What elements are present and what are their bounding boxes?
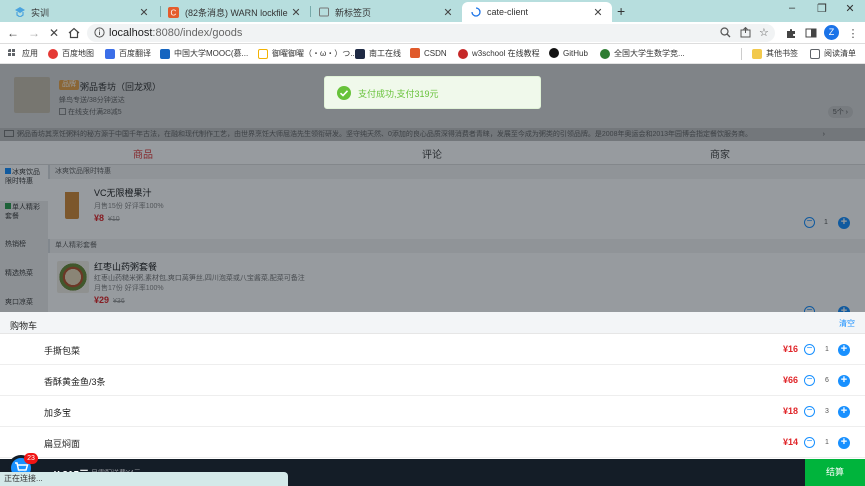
tab-close-icon[interactable]: ✕: [138, 6, 150, 19]
bilibili-icon: [258, 48, 268, 59]
close-window-button[interactable]: ✕: [840, 2, 860, 15]
cart-item-count: 6: [825, 377, 829, 384]
folder-icon: [752, 48, 762, 59]
cart-panel: 购物车 清空 手撕包菜 ¥16 − 1 + 香酥黄金鱼/3条 ¥66 − 6 +…: [0, 312, 865, 459]
baidu-translate-icon: [105, 48, 115, 59]
bookmark-item[interactable]: w3school 在线教程: [458, 48, 540, 59]
svg-text:C: C: [171, 8, 177, 17]
tab-title: 实训: [31, 7, 50, 18]
tab-close-icon[interactable]: ✕: [290, 6, 302, 19]
browser-toolbar: ← → ✕ localhost:8080/index/goods ☆ Z ⋮: [0, 22, 865, 44]
url-text: localhost:8080/index/goods: [109, 27, 243, 39]
browser-tab-strip: 实训 ✕ C (82条消息) WARN lockfile npm... ✕ 新标…: [0, 0, 865, 22]
forward-icon[interactable]: →: [27, 26, 41, 40]
bookmark-item[interactable]: 中国大学MOOC(慕...: [160, 48, 248, 59]
mooc-icon: [160, 48, 170, 59]
maximize-button[interactable]: ❐: [812, 2, 832, 15]
tab-favicon-icon: C: [168, 6, 179, 18]
browser-tab-active[interactable]: cate-client ✕: [462, 2, 612, 22]
bookmark-folder-other[interactable]: 其他书签: [752, 48, 798, 59]
bookmark-item[interactable]: 南工在线: [355, 48, 401, 59]
tab-title: (82条消息) WARN lockfile npm...: [185, 7, 290, 18]
browser-tab[interactable]: 新标签页 ✕: [310, 2, 462, 22]
clear-cart-button[interactable]: 清空: [839, 318, 855, 329]
cart-item-count: 3: [825, 408, 829, 415]
bookmark-item[interactable]: 御曜御曜（・ω・）つ...: [258, 48, 357, 59]
cart-item: 手撕包菜 ¥16 − 1 +: [0, 334, 865, 365]
wechat-icon: [600, 48, 610, 59]
minimize-button[interactable]: –: [782, 2, 802, 14]
cart-item-price: ¥14: [782, 437, 798, 447]
check-circle-icon: [337, 86, 351, 100]
tab-favicon-icon: [318, 7, 329, 18]
extensions-icon[interactable]: [784, 26, 798, 40]
search-icon[interactable]: [720, 27, 731, 38]
back-icon[interactable]: ←: [6, 26, 20, 40]
bookmark-apps[interactable]: 应用: [8, 48, 38, 59]
profile-avatar[interactable]: Z: [824, 25, 839, 40]
cart-item-name: 加多宝: [44, 408, 72, 418]
stop-loading-icon[interactable]: ✕: [47, 26, 61, 40]
bookmark-reading-list[interactable]: 阅读清单: [810, 48, 856, 59]
home-icon[interactable]: [67, 26, 81, 40]
tab-favicon-icon: [14, 7, 25, 18]
bookmark-item[interactable]: 百度地图: [48, 48, 94, 59]
baidu-map-icon: [48, 48, 58, 59]
address-bar[interactable]: localhost:8080/index/goods ☆: [87, 24, 775, 42]
success-toast: 支付成功,支付319元: [324, 76, 541, 109]
browser-status-bar: 正在连接...: [0, 472, 288, 486]
reading-list-icon[interactable]: [804, 26, 818, 40]
site-info-icon[interactable]: [94, 27, 105, 38]
w3school-icon: [458, 48, 468, 59]
decrease-button[interactable]: −: [804, 344, 815, 355]
more-menu-icon[interactable]: ⋮: [846, 26, 860, 40]
checkout-button[interactable]: 结算: [805, 459, 865, 486]
bookmark-star-icon[interactable]: ☆: [759, 26, 769, 39]
cart-item-name: 扁豆焖面: [44, 439, 81, 449]
bookmark-item[interactable]: CSDN: [410, 48, 447, 58]
increase-button[interactable]: +: [838, 406, 850, 418]
cart-item: 加多宝 ¥18 − 3 +: [0, 396, 865, 427]
browser-tab[interactable]: C (82条消息) WARN lockfile npm... ✕: [160, 2, 310, 22]
cart-count-badge: 23: [24, 453, 38, 464]
cart-title: 购物车: [10, 321, 38, 331]
cart-item-count: 1: [825, 439, 829, 446]
app-page: 品牌 粥品香坊（回龙观） 蜂鸟专送/38分钟送达 在线支付满28减5 5个 › …: [0, 64, 865, 486]
tab-title: cate-client: [487, 7, 529, 17]
toast-message: 支付成功,支付319元: [358, 89, 439, 99]
cart-item: 扁豆焖面 ¥14 − 1 +: [0, 427, 865, 458]
cart-item-count: 1: [825, 346, 829, 353]
bookmark-item[interactable]: 百度翻译: [105, 48, 151, 59]
tab-close-icon[interactable]: ✕: [592, 6, 604, 19]
browser-tab[interactable]: 实训 ✕: [6, 2, 158, 22]
new-tab-button[interactable]: +: [617, 3, 625, 19]
decrease-button[interactable]: −: [804, 375, 815, 386]
cart-item-name: 手撕包菜: [44, 346, 81, 356]
increase-button[interactable]: +: [838, 437, 850, 449]
share-icon[interactable]: [740, 27, 751, 38]
cart-item-name: 香酥黄金鱼/3条: [44, 377, 106, 387]
tab-close-icon[interactable]: ✕: [442, 6, 454, 19]
cart-header: 购物车 清空: [0, 312, 865, 334]
csdn-icon: [410, 48, 420, 58]
bookmark-item[interactable]: 全国大学生数学竞...: [600, 48, 685, 59]
bookmarks-bar: 应用 百度地图 百度翻译 中国大学MOOC(慕... 御曜御曜（・ω・）つ...…: [0, 44, 865, 64]
cart-item-price: ¥66: [782, 375, 798, 385]
increase-button[interactable]: +: [838, 344, 850, 356]
decrease-button[interactable]: −: [804, 406, 815, 417]
site-icon: [355, 48, 365, 59]
increase-button[interactable]: +: [838, 375, 850, 387]
tab-title: 新标签页: [335, 7, 372, 18]
bookmark-item[interactable]: GitHub: [549, 48, 588, 58]
reading-list-icon: [810, 48, 820, 59]
cart-item-price: ¥18: [782, 406, 798, 416]
decrease-button[interactable]: −: [804, 437, 815, 448]
github-icon: [549, 48, 559, 58]
cart-item: 香酥黄金鱼/3条 ¥66 − 6 +: [0, 365, 865, 396]
apps-grid-icon: [8, 48, 18, 59]
loading-spinner-icon: [470, 7, 481, 18]
cart-item-price: ¥16: [782, 344, 798, 354]
